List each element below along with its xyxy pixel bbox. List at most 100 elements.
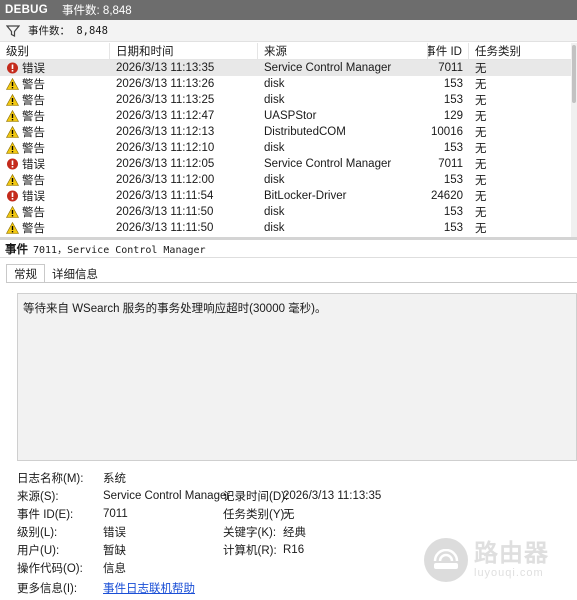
table-row[interactable]: 警告 2026/3/13 11:12:47 UASPStor 129 无 <box>0 108 571 124</box>
view-title: DEBUG <box>5 4 49 16</box>
level-text: 警告 <box>22 79 45 91</box>
warning-icon <box>6 126 19 138</box>
warning-icon <box>6 142 19 154</box>
funnel-icon[interactable] <box>6 24 20 38</box>
table-row[interactable]: 警告 2026/3/13 11:12:00 disk 153 无 <box>0 172 571 188</box>
opcode-label: 操作代码(O): <box>17 563 83 575</box>
detail-tabs: 常规 详细信息 <box>6 263 105 283</box>
cell-level: 警告 <box>0 220 110 236</box>
level-text: 警告 <box>22 143 45 155</box>
more-info-label: 更多信息(I): <box>17 583 78 595</box>
tab-general[interactable]: 常规 <box>6 264 45 283</box>
cell-task: 无 <box>475 95 487 107</box>
cell-task: 无 <box>475 63 487 75</box>
level-text: 错误 <box>22 159 45 171</box>
column-header-date[interactable]: 日期和时间 <box>110 43 258 59</box>
online-help-link[interactable]: 事件日志联机帮助 <box>103 580 195 596</box>
event-grid: 级别 日期和时间 来源 事件 ID 任务类别 错误 2026/3/13 11:13… <box>0 43 571 237</box>
event-id-value: 7011 <box>103 508 128 520</box>
task-category-label: 任务类别(Y): <box>223 509 288 521</box>
column-header-task[interactable]: 任务类别 <box>469 43 571 59</box>
table-row[interactable]: 警告 2026/3/13 11:11:50 disk 153 无 <box>0 204 571 220</box>
logged-value: 2026/3/13 11:13:35 <box>283 490 382 502</box>
detail-header: 事件 7011，Service Control Manager <box>0 240 577 258</box>
grid-header: 级别 日期和时间 来源 事件 ID 任务类别 <box>0 43 571 60</box>
cell-level: 警告 <box>0 172 110 188</box>
warning-icon <box>6 94 19 106</box>
keywords-label: 关键字(K): <box>223 527 277 539</box>
cell-source: disk <box>264 142 285 154</box>
level-text: 警告 <box>22 223 45 235</box>
cell-event-id: 7011 <box>438 158 463 170</box>
cell-source: disk <box>264 174 285 186</box>
cell-event-id: 24620 <box>431 190 463 202</box>
source-value: Service Control Manager <box>103 490 231 502</box>
tab-details[interactable]: 详细信息 <box>45 264 105 283</box>
cell-level: 错误 <box>0 188 110 204</box>
cell-date: 2026/3/13 11:13:35 <box>116 62 215 74</box>
cell-event-id: 153 <box>443 206 463 218</box>
log-name-value: 系统 <box>103 473 126 485</box>
detail-header-text: 7011，Service Control Manager <box>33 245 206 256</box>
cell-source: disk <box>264 94 285 106</box>
description-box[interactable]: 等待来自 WSearch 服务的事务处理响应超时(30000 毫秒)。 <box>17 293 577 461</box>
cell-source: UASPStor <box>264 110 317 122</box>
table-row[interactable]: 警告 2026/3/13 11:12:13 DistributedCOM 10016 无 <box>0 124 571 140</box>
cell-task: 无 <box>475 223 487 235</box>
router-logo-icon <box>424 538 468 582</box>
cell-task: 无 <box>475 127 487 139</box>
cell-task: 无 <box>475 207 487 219</box>
cell-event-id: 153 <box>443 174 463 186</box>
level-label: 级别(L): <box>17 527 58 539</box>
table-row[interactable]: 警告 2026/3/13 11:13:26 disk 153 无 <box>0 76 571 92</box>
level-text: 警告 <box>22 95 45 107</box>
table-row[interactable]: 警告 2026/3/13 11:12:10 disk 153 无 <box>0 140 571 156</box>
warning-icon <box>6 222 19 234</box>
detail-header-label: 事件 <box>5 243 28 256</box>
error-icon <box>7 158 18 170</box>
cell-date: 2026/3/13 11:12:10 <box>116 142 215 154</box>
opcode-value: 信息 <box>103 563 126 575</box>
cell-task: 无 <box>475 79 487 91</box>
cell-task: 无 <box>475 191 487 203</box>
cell-source: Service Control Manager <box>264 158 392 170</box>
task-category-value: 无 <box>283 509 295 521</box>
log-name-label: 日志名称(M): <box>17 473 84 485</box>
filter-bar: 事件数： 8,848 <box>0 20 577 42</box>
grid-rows: 错误 2026/3/13 11:13:35 Service Control Mana… <box>0 60 571 236</box>
table-row[interactable]: 错误 2026/3/13 11:12:05 Service Control Mana… <box>0 156 571 172</box>
cell-level: 警告 <box>0 76 110 92</box>
table-row[interactable]: 错误 2026/3/13 11:13:35 Service Control Mana… <box>0 60 571 76</box>
cell-task: 无 <box>475 159 487 171</box>
cell-date: 2026/3/13 11:13:25 <box>116 94 215 106</box>
cell-event-id: 153 <box>443 222 463 234</box>
cell-event-id: 153 <box>443 142 463 154</box>
table-row[interactable]: 错误 2026/3/13 11:11:54 BitLocker-Driver 2462… <box>0 188 571 204</box>
error-icon <box>7 190 18 202</box>
level-text: 警告 <box>22 111 45 123</box>
cell-source: BitLocker-Driver <box>264 190 347 202</box>
cell-level: 警告 <box>0 204 110 220</box>
grid-scrollbar[interactable] <box>571 43 577 237</box>
cell-level: 错误 <box>0 60 110 76</box>
cell-date: 2026/3/13 11:13:26 <box>116 78 215 90</box>
logged-label: 记录时间(D): <box>223 491 289 503</box>
watermark: 路由器 luyouqi.com <box>424 538 549 582</box>
cell-date: 2026/3/13 11:12:47 <box>116 110 215 122</box>
keywords-value: 经典 <box>283 527 306 539</box>
cell-source: disk <box>264 78 285 90</box>
grid-scrollbar-thumb[interactable] <box>572 45 576 103</box>
level-value: 错误 <box>103 527 126 539</box>
title-event-count: 事件数: 8,848 <box>62 5 132 17</box>
table-row[interactable]: 警告 2026/3/13 11:13:25 disk 153 无 <box>0 92 571 108</box>
cell-event-id: 7011 <box>438 62 463 74</box>
table-row[interactable]: 警告 2026/3/13 11:11:50 disk 153 无 <box>0 220 571 236</box>
cell-date: 2026/3/13 11:11:50 <box>116 222 214 234</box>
column-header-source[interactable]: 来源 <box>258 43 428 59</box>
column-header-event-id[interactable]: 事件 ID <box>428 43 469 59</box>
cell-task: 无 <box>475 111 487 123</box>
column-header-level[interactable]: 级别 <box>0 43 110 59</box>
level-text: 警告 <box>22 207 45 219</box>
warning-icon <box>6 110 19 122</box>
cell-date: 2026/3/13 11:11:50 <box>116 206 214 218</box>
